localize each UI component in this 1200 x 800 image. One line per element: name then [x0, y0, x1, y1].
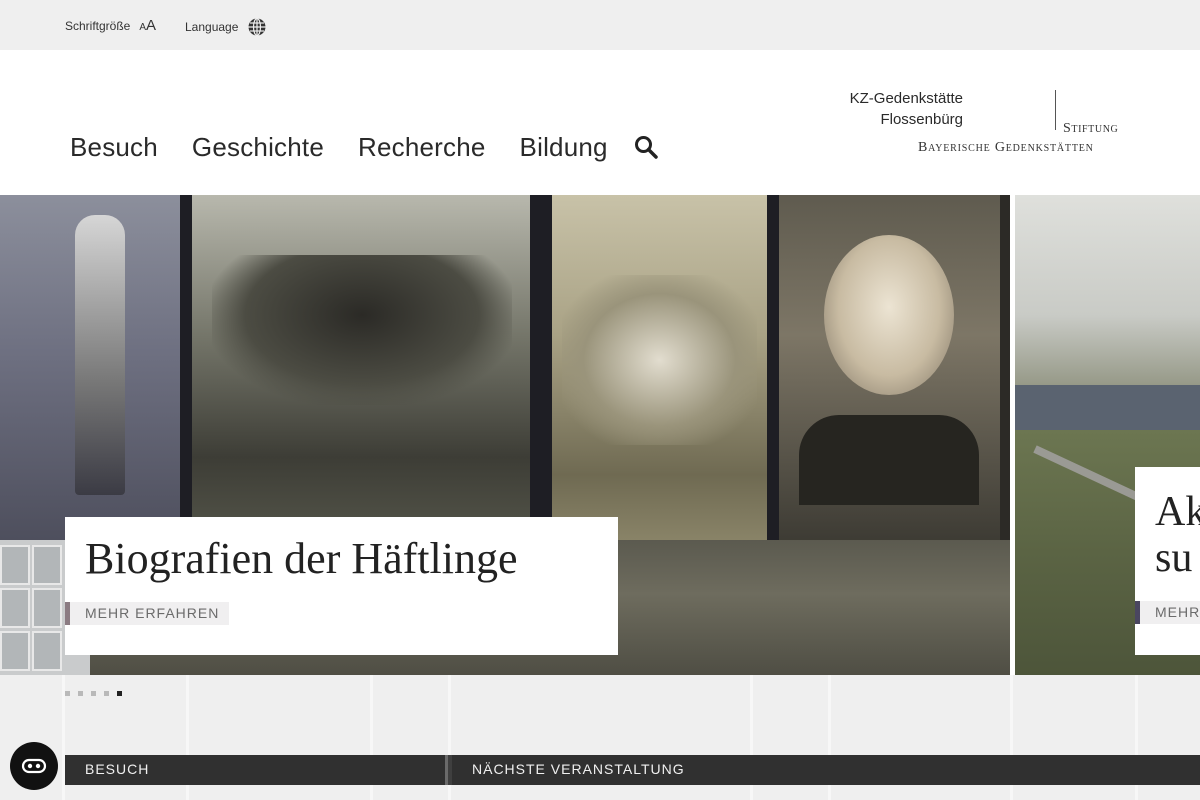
logo-line-2: Flossenbürg [880, 111, 963, 128]
main-nav: Besuch Geschichte Recherche Bildung [70, 132, 642, 163]
site-header: Besuch Geschichte Recherche Bildung KZ-G… [0, 50, 1200, 195]
hero-slider[interactable]: Biografien der Häftlinge MEHR ERFAHREN A… [0, 195, 1200, 675]
slider-dot-5[interactable] [117, 691, 122, 696]
language-control[interactable]: Language [185, 17, 267, 37]
frame-divider [530, 195, 552, 545]
font-size-icon[interactable]: AA [139, 17, 156, 34]
logo-divider [1055, 90, 1056, 130]
slide-active[interactable]: Biografien der Häftlinge MEHR ERFAHREN [0, 195, 1010, 675]
font-size-label: Schriftgröße [65, 18, 131, 33]
site-logo[interactable]: KZ-Gedenkstätte Flossenbürg Stiftung Bay… [850, 90, 1138, 162]
font-size-big: A [146, 17, 157, 34]
building-background [1015, 385, 1200, 430]
accessibility-icon [21, 758, 47, 774]
globe-icon[interactable] [247, 17, 267, 37]
slide-caption: Biografien der Häftlinge MEHR ERFAHREN [65, 517, 618, 655]
slider-dot-2[interactable] [78, 691, 83, 696]
slide-title: Biografien der Häftlinge [85, 534, 518, 583]
nav-item-bildung[interactable]: Bildung [520, 132, 608, 163]
search-icon[interactable] [633, 134, 659, 160]
slider-dot-4[interactable] [104, 691, 109, 696]
mehr-erfahren-button[interactable]: MEHR ERFAHREN [65, 602, 229, 625]
photo-family-group [552, 195, 767, 545]
accessibility-button[interactable] [10, 742, 58, 790]
frame-divider [180, 195, 192, 545]
slide-next-caption: Ak su MEHR [1135, 467, 1200, 655]
logo-bayerische: Bayerische Gedenkstätten [918, 140, 1094, 155]
photo-standing-man [0, 195, 180, 545]
frame-divider [767, 195, 779, 545]
nav-item-recherche[interactable]: Recherche [358, 132, 486, 163]
slider-dot-3[interactable] [91, 691, 96, 696]
lower-section: BESUCH NÄCHSTE VERANSTALTUNG [0, 675, 1200, 800]
logo-line-1: KZ-Gedenkstätte [849, 90, 963, 107]
utility-bar: Schriftgröße AA Language [0, 0, 1200, 50]
font-size-small: A [139, 22, 147, 33]
slide-next[interactable]: Ak su MEHR [1015, 195, 1200, 675]
nav-item-besuch[interactable]: Besuch [70, 132, 158, 163]
next-event-bar[interactable]: NÄCHSTE VERANSTALTUNG [448, 755, 1200, 785]
logo-stiftung: Stiftung [1063, 121, 1119, 136]
photo-group-men [192, 195, 530, 545]
besuch-bar[interactable]: BESUCH [65, 755, 445, 785]
nav-item-geschichte[interactable]: Geschichte [192, 132, 324, 163]
photo-girl-portrait [779, 195, 1000, 545]
slide-next-title: Ak su [1155, 489, 1200, 582]
slider-dots [65, 691, 122, 696]
language-label: Language [185, 20, 239, 34]
slider-dot-1[interactable] [65, 691, 70, 696]
font-size-control[interactable]: Schriftgröße AA [65, 17, 156, 34]
slide-next-more-button[interactable]: MEHR [1135, 601, 1200, 624]
sky-background [1015, 195, 1200, 395]
